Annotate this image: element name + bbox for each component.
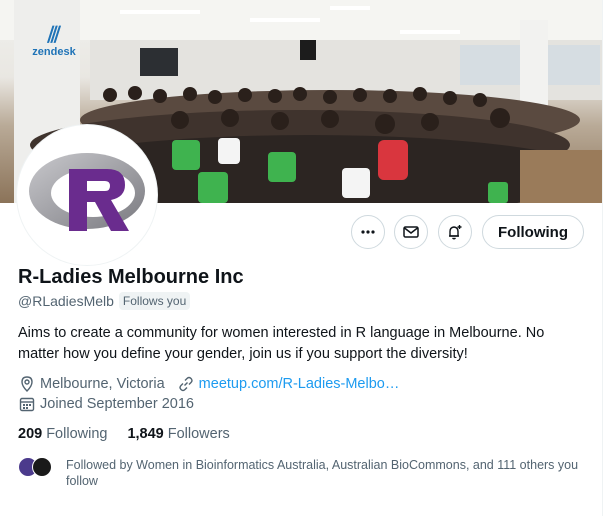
followers-label: Followers <box>167 426 230 442</box>
followers-count: 1,849 <box>127 426 164 442</box>
follow-stats: 209 Following 1,849 Followers <box>18 426 250 442</box>
notify-button[interactable] <box>438 215 472 249</box>
zendesk-logo-icon: ⫻ <box>47 22 61 47</box>
following-button[interactable]: Following <box>482 215 584 249</box>
calendar-icon <box>19 397 35 412</box>
profile-bio: Aims to create a community for women int… <box>18 325 545 362</box>
follower-avatar <box>32 457 52 477</box>
profile-avatar[interactable] <box>17 125 157 265</box>
profile-meta-row: Melbourne, Victoria meetup.com/R-Ladies-… <box>18 375 399 393</box>
follows-you-badge: Follows you <box>118 292 191 310</box>
followed-by-row[interactable]: Followed by Women in Bioinformatics Aust… <box>18 457 586 489</box>
joined-row: Joined September 2016 <box>18 395 194 413</box>
follower-avatars <box>18 457 58 477</box>
location-text: Melbourne, Victoria <box>40 376 165 392</box>
followers-stat[interactable]: 1,849 Followers <box>127 426 229 442</box>
r-logo-icon <box>29 153 145 231</box>
user-handle: @RLadiesMelb <box>18 293 114 309</box>
website-link[interactable]: meetup.com/R-Ladies-Melbo… <box>199 376 400 392</box>
more-horizontal-icon <box>361 230 375 234</box>
sponsor-logo-text: zendesk <box>32 46 76 58</box>
sponsor-logo: ⫻ zendesk <box>28 22 80 59</box>
handle-row: @RLadiesMelb Follows you <box>18 292 191 310</box>
joined-date: Joined September 2016 <box>40 396 194 412</box>
more-button[interactable] <box>351 215 385 249</box>
following-stat[interactable]: 209 Following <box>18 426 107 442</box>
link-icon <box>178 376 193 392</box>
followed-by-text: Followed by Women in Bioinformatics Aust… <box>66 458 579 488</box>
location-pin-icon <box>21 376 33 392</box>
following-label: Following <box>46 426 108 442</box>
display-name: R-Ladies Melbourne Inc <box>18 266 244 288</box>
following-count: 209 <box>18 426 43 442</box>
message-button[interactable] <box>394 215 428 249</box>
bell-plus-icon <box>449 225 462 240</box>
profile-card: ⫻ zendesk Following R-Ladies Melbourne I… <box>0 0 603 516</box>
envelope-icon <box>403 226 419 238</box>
